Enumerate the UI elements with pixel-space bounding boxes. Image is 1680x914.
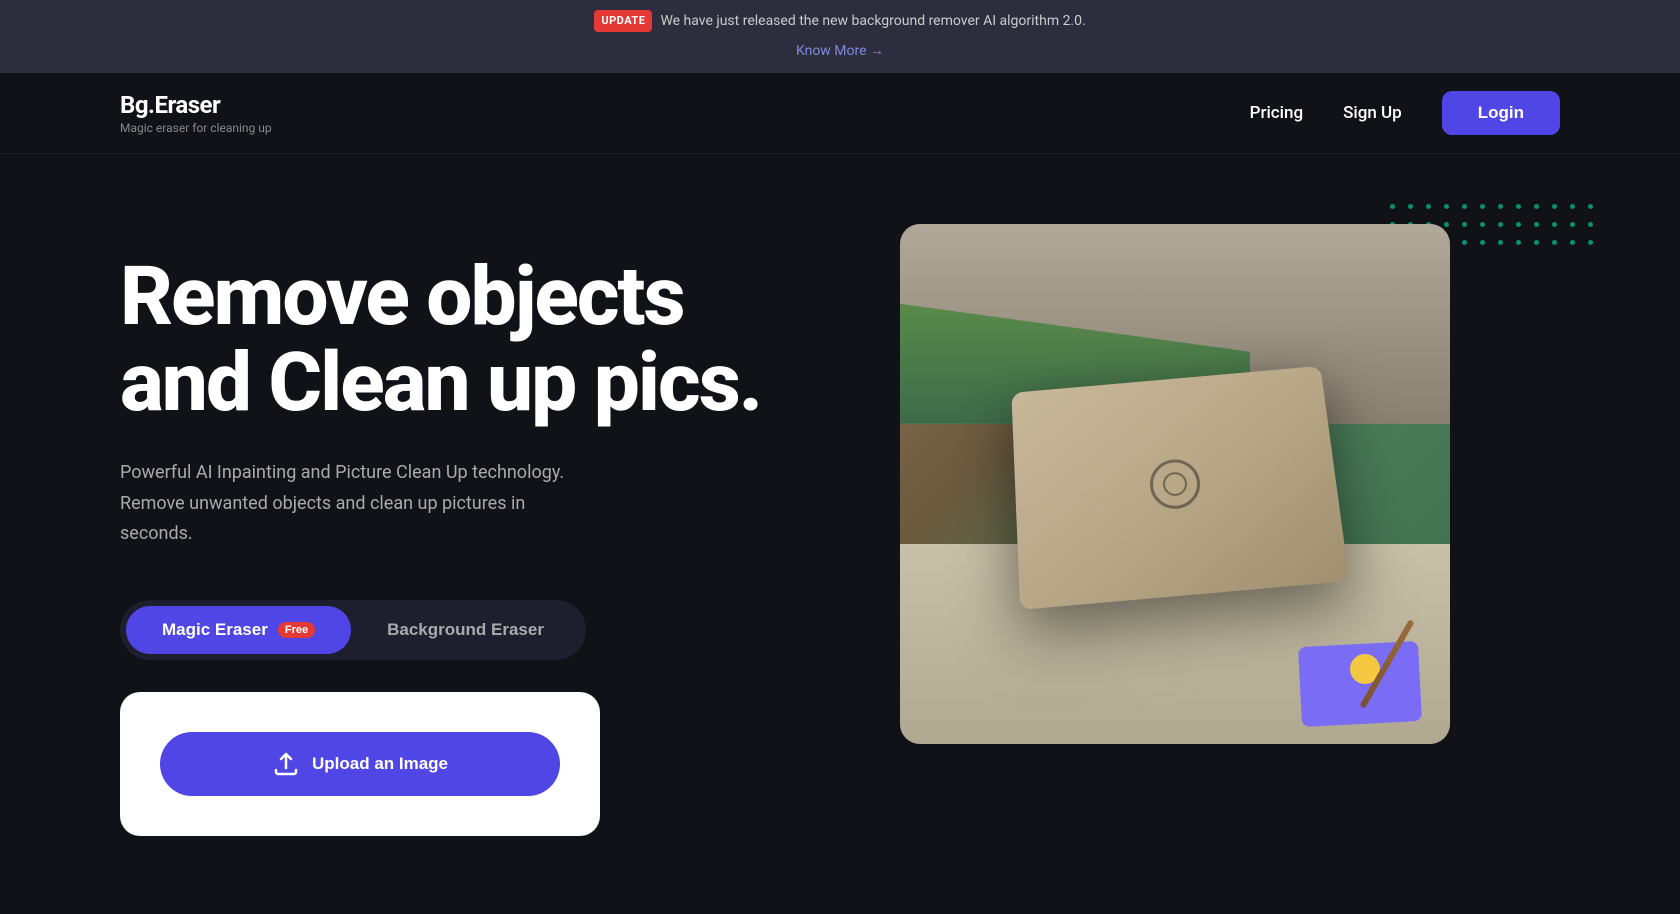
pricing-link[interactable]: Pricing <box>1250 103 1304 123</box>
decoration-dot <box>1408 204 1413 209</box>
tab-background-eraser-label: Background Eraser <box>387 620 544 640</box>
decoration-dot <box>1498 240 1503 245</box>
tab-bar: Magic Eraser Free Background Eraser <box>120 600 586 660</box>
decoration-dot <box>1570 222 1575 227</box>
nav-links: Pricing Sign Up Login <box>1250 91 1560 135</box>
decoration-dot <box>1534 204 1539 209</box>
decoration-dot <box>1552 204 1557 209</box>
decoration-dot <box>1516 240 1521 245</box>
decoration-dot <box>1552 240 1557 245</box>
decoration-dot <box>1516 204 1521 209</box>
laptop-body <box>1011 366 1349 610</box>
decoration-dot <box>1534 222 1539 227</box>
hero-right: // Generate dots const dotsContainer = d… <box>900 224 1560 744</box>
tab-background-eraser[interactable]: Background Eraser <box>351 606 580 654</box>
hero-left: Remove objects and Clean up pics. Powerf… <box>120 234 820 836</box>
decoration-dot <box>1534 240 1539 245</box>
know-more-link[interactable]: Know More → <box>796 40 884 62</box>
logo-subtitle: Magic eraser for cleaning up <box>120 121 272 135</box>
decoration-dot <box>1480 240 1485 245</box>
laptop-logo <box>1148 457 1202 510</box>
login-button[interactable]: Login <box>1442 91 1560 135</box>
decoration-dot <box>1462 240 1467 245</box>
decoration-dot <box>1498 204 1503 209</box>
navigation: Bg.Eraser Magic eraser for cleaning up P… <box>0 73 1680 154</box>
decoration-dot <box>1570 240 1575 245</box>
tab-magic-eraser[interactable]: Magic Eraser Free <box>126 606 351 654</box>
laptop-scene <box>900 224 1450 744</box>
upload-button[interactable]: Upload an Image <box>160 732 560 796</box>
signup-link[interactable]: Sign Up <box>1343 103 1402 123</box>
announcement-bar: UPDATE We have just released the new bac… <box>0 0 1680 73</box>
upload-button-label: Upload an Image <box>312 754 448 774</box>
hero-image <box>900 224 1450 744</box>
decoration-dot <box>1462 222 1467 227</box>
announcement-message: We have just released the new background… <box>660 10 1085 32</box>
hero-section: Remove objects and Clean up pics. Powerf… <box>0 154 1680 914</box>
upload-icon <box>272 750 300 778</box>
decoration-dot <box>1480 204 1485 209</box>
decoration-dot <box>1390 204 1395 209</box>
update-badge: UPDATE <box>594 10 652 32</box>
decoration-dot <box>1588 222 1593 227</box>
logo: Bg.Eraser Magic eraser for cleaning up <box>120 91 272 135</box>
tab-magic-eraser-label: Magic Eraser <box>162 620 268 640</box>
free-badge: Free <box>278 622 315 638</box>
upload-card: Upload an Image <box>120 692 600 836</box>
decoration-dot <box>1480 222 1485 227</box>
decoration-dot <box>1570 204 1575 209</box>
decoration-dot <box>1516 222 1521 227</box>
decoration-dot <box>1552 222 1557 227</box>
hero-title: Remove objects and Clean up pics. <box>120 254 820 426</box>
decoration-dot <box>1588 204 1593 209</box>
decoration-dot <box>1498 222 1503 227</box>
decoration-dot <box>1426 204 1431 209</box>
decoration-dot <box>1444 204 1449 209</box>
logo-title: Bg.Eraser <box>120 91 272 119</box>
hero-description: Powerful AI Inpainting and Picture Clean… <box>120 458 600 550</box>
decoration-dot <box>1462 204 1467 209</box>
decoration-dot <box>1588 240 1593 245</box>
